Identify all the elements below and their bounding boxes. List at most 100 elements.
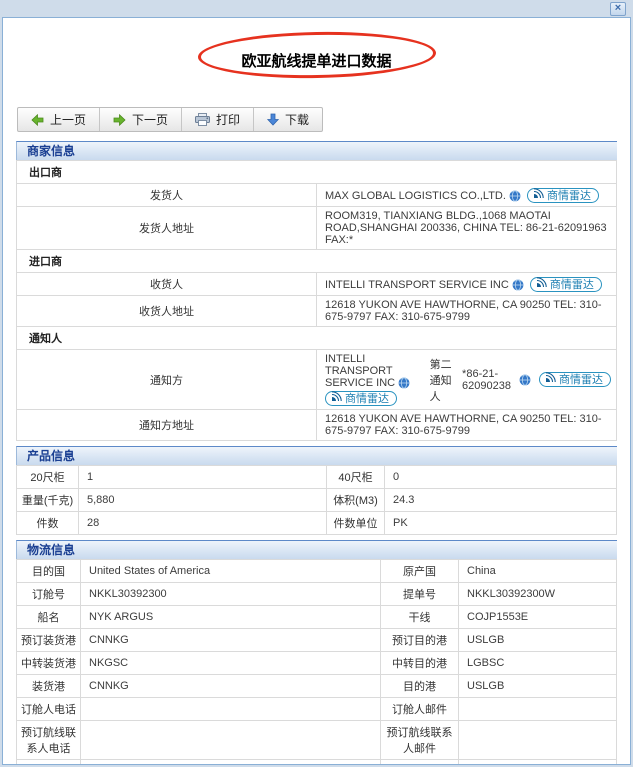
- importer-subheader: 进口商: [16, 249, 617, 273]
- toolbar: 上一页 下一页 打印 下载: [17, 107, 324, 132]
- field-value: LGBSC: [458, 651, 617, 676]
- radar-icon: [536, 276, 547, 291]
- notify-address-value: 12618 YUKON AVE HAWTHORNE, CA 90250 TEL:…: [316, 409, 617, 442]
- field-label: 订舱人邮件: [380, 697, 459, 722]
- notify-address-label: 通知方地址: [16, 409, 317, 442]
- table-row: 货代名称 NANJING INTERNATIONALTRANSPORTATION…: [16, 759, 617, 764]
- field-value: [458, 720, 617, 761]
- consignee-address-value: 12618 YUKON AVE HAWTHORNE, CA 90250 TEL:…: [316, 295, 617, 327]
- title-area: 欧亚航线提单进口数据: [3, 18, 630, 93]
- field-label: 中转装货港: [16, 651, 81, 676]
- business-radar-badge[interactable]: 商情雷达: [527, 187, 599, 203]
- field-value: NYK ARGUS: [80, 605, 381, 630]
- field-value: NANJING INTERNATIONALTRANSPORTATION: [80, 759, 381, 764]
- field-value: CNNKG: [80, 674, 381, 699]
- notify-value: INTELLI TRANSPORT SERVICE INC: [325, 353, 396, 389]
- field-label: 中转目的港: [380, 651, 459, 676]
- field-label: 重量(千克): [16, 488, 79, 513]
- close-icon[interactable]: ×: [610, 2, 626, 16]
- page-title: 欧亚航线提单进口数据: [241, 53, 392, 70]
- business-radar-label: 商情雷达: [559, 374, 603, 387]
- field-label: 干线: [380, 605, 459, 630]
- product-table: 20尺柜 1 40尺柜 0 重量(千克) 5,880 体积(M3) 24.3 件…: [16, 465, 617, 536]
- section-header-product: 产品信息: [16, 446, 617, 466]
- table-row: 收货人 INTELLI TRANSPORT SERVICE INC 商情雷达: [16, 272, 617, 296]
- field-label: 原产国: [380, 559, 459, 584]
- globe-icon[interactable]: [398, 377, 410, 389]
- notify-value-cell: INTELLI TRANSPORT SERVICE INC 商情雷达 第二通知人…: [316, 348, 617, 411]
- radar-icon: [545, 372, 556, 386]
- shipper-value: MAX GLOBAL LOGISTICS CO.,LTD.: [325, 189, 506, 202]
- field-value: [80, 697, 381, 722]
- table-row: 装货港 CNNKG 目的港 USLGB: [16, 674, 617, 699]
- print-button[interactable]: 打印: [182, 108, 255, 131]
- field-value: China: [458, 559, 617, 584]
- field-value: 1: [78, 465, 327, 490]
- shipper-address-label: 发货人地址: [16, 206, 317, 250]
- field-label: 预订目的港: [380, 628, 459, 653]
- next-page-label: 下一页: [132, 113, 169, 127]
- radar-icon: [533, 187, 544, 202]
- field-label: 预订航线联系人电话: [16, 720, 81, 761]
- table-row: 预订装货港 CNNKG 预订目的港 USLGB: [16, 628, 617, 653]
- notify-subheader: 通知人: [16, 326, 617, 350]
- field-label: 启航日期: [380, 759, 459, 764]
- notify-party: INTELLI TRANSPORT SERVICE INC 商情雷达: [325, 353, 430, 407]
- globe-icon[interactable]: [509, 189, 521, 202]
- field-value: USLGB: [458, 674, 617, 699]
- shipper-address-value: ROOM319, TIANXIANG BLDG.,1068 MAOTAI ROA…: [316, 206, 617, 250]
- field-value: 24.3: [384, 488, 617, 513]
- field-value: NKKL30392300: [80, 582, 381, 607]
- second-notify-party: 第二通知人 *86-21-62090238 商情雷达: [430, 356, 611, 404]
- shipper-value-cell: MAX GLOBAL LOGISTICS CO.,LTD. 商情雷达: [316, 183, 617, 207]
- table-row: 收货人地址 12618 YUKON AVE HAWTHORNE, CA 9025…: [16, 295, 617, 327]
- section-header-logistics: 物流信息: [16, 540, 617, 560]
- field-label: 预订装货港: [16, 628, 81, 653]
- field-label: 件数单位: [326, 511, 385, 536]
- merchant-table: 出口商 发货人 MAX GLOBAL LOGISTICS CO.,LTD. 商情…: [16, 160, 617, 442]
- table-row: 发货人 MAX GLOBAL LOGISTICS CO.,LTD. 商情雷达: [16, 183, 617, 207]
- field-value: United States of America: [80, 559, 381, 584]
- field-label: 预订航线联系人邮件: [380, 720, 459, 761]
- field-value: USLGB: [458, 628, 617, 653]
- globe-icon[interactable]: [519, 373, 531, 386]
- field-label: 货代名称: [16, 759, 81, 764]
- field-label: 船名: [16, 605, 81, 630]
- printer-icon: [195, 113, 211, 126]
- table-row: 通知人: [16, 326, 617, 350]
- consignee-value: INTELLI TRANSPORT SERVICE INC: [325, 278, 509, 291]
- field-label: 订舱号: [16, 582, 81, 607]
- table-row: 订舱人电话 订舱人邮件: [16, 697, 617, 722]
- table-row: 通知方 INTELLI TRANSPORT SERVICE INC 商情雷达 第…: [16, 348, 617, 411]
- table-row: 目的国 United States of America 原产国 China: [16, 559, 617, 584]
- field-label: 提单号: [380, 582, 459, 607]
- radar-icon: [331, 391, 342, 405]
- field-label: 40尺柜: [326, 465, 385, 490]
- business-radar-badge[interactable]: 商情雷达: [529, 276, 602, 292]
- table-row: 进口商: [16, 249, 617, 273]
- logistics-table: 目的国 United States of America 原产国 China 订…: [16, 559, 617, 764]
- table-row: 20尺柜 1 40尺柜 0: [16, 465, 617, 490]
- dialog: 欧亚航线提单进口数据 上一页 下一页 打印 下载 商家信息 出口商 发货人 MA…: [2, 17, 631, 765]
- table-row: 船名 NYK ARGUS 干线 COJP1553E: [16, 605, 617, 630]
- field-label: 装货港: [16, 674, 81, 699]
- next-page-button[interactable]: 下一页: [100, 108, 183, 131]
- table-row: 发货人地址 ROOM319, TIANXIANG BLDG.,1068 MAOT…: [16, 206, 617, 250]
- table-row: 预订航线联系人电话 预订航线联系人邮件: [16, 720, 617, 761]
- table-row: 通知方地址 12618 YUKON AVE HAWTHORNE, CA 9025…: [16, 409, 617, 442]
- business-radar-badge[interactable]: 商情雷达: [325, 391, 397, 407]
- section-header-merchant: 商家信息: [16, 141, 617, 160]
- business-radar-label: 商情雷达: [345, 393, 389, 406]
- field-label: 目的港: [380, 674, 459, 699]
- consignee-label: 收货人: [16, 272, 317, 296]
- business-radar-badge[interactable]: 商情雷达: [539, 372, 611, 388]
- shipper-label: 发货人: [16, 183, 317, 207]
- field-label: 件数: [16, 511, 79, 536]
- globe-icon[interactable]: [512, 278, 524, 291]
- table-row: 订舱号 NKKL30392300 提单号 NKKL30392300W: [16, 582, 617, 607]
- exporter-subheader: 出口商: [16, 160, 617, 184]
- second-notify-value: *86-21-62090238: [462, 367, 511, 392]
- prev-page-button[interactable]: 上一页: [18, 108, 101, 131]
- prev-page-label: 上一页: [50, 113, 87, 127]
- download-button[interactable]: 下载: [254, 108, 322, 131]
